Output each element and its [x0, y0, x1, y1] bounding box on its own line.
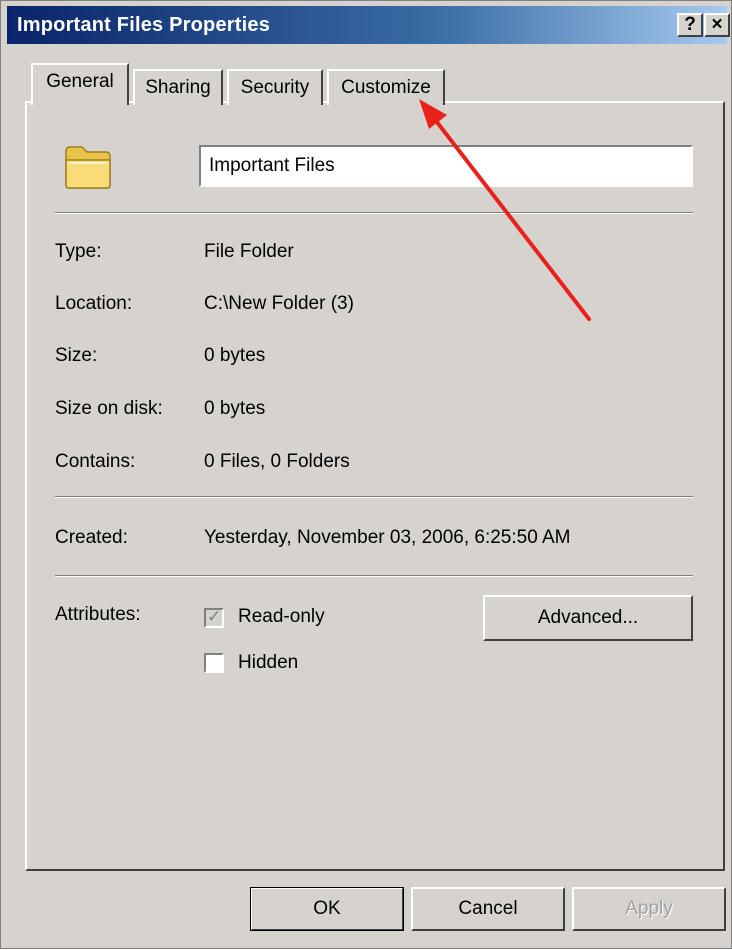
cancel-button[interactable]: Cancel — [411, 887, 565, 931]
read-only-label[interactable]: Read-only — [238, 606, 325, 628]
advanced-button[interactable]: Advanced... — [483, 595, 693, 641]
size-on-disk-value: 0 bytes — [204, 398, 266, 419]
separator — [55, 496, 693, 498]
title-bar[interactable]: Important Files Properties ? × — [7, 6, 730, 44]
read-only-checkbox[interactable]: ✓ — [204, 607, 224, 628]
type-value: File Folder — [204, 241, 294, 262]
separator — [55, 212, 693, 214]
properties-dialog: Important Files Properties ? × General S… — [0, 0, 732, 949]
location-value: C:\New Folder (3) — [204, 293, 354, 314]
tab-customize[interactable]: Customize — [327, 69, 445, 105]
close-button[interactable]: × — [704, 13, 730, 37]
hidden-checkbox[interactable] — [204, 653, 224, 673]
folder-name-field[interactable] — [199, 145, 693, 187]
tab-general[interactable]: General — [31, 63, 129, 105]
folder-icon — [65, 146, 111, 189]
apply-button[interactable]: Apply — [572, 887, 726, 931]
checkmark-icon: ✓ — [207, 607, 222, 626]
tab-security[interactable]: Security — [227, 69, 323, 105]
created-value: Yesterday, November 03, 2006, 6:25:50 AM — [204, 527, 571, 548]
created-label: Created: — [55, 527, 128, 548]
location-label: Location: — [55, 293, 133, 314]
window-title: Important Files Properties — [17, 14, 271, 36]
contains-value: 0 Files, 0 Folders — [204, 451, 350, 472]
help-button[interactable]: ? — [677, 13, 703, 37]
contains-label: Contains: — [55, 451, 136, 472]
size-on-disk-label: Size on disk: — [55, 398, 163, 419]
tab-panel-general — [25, 101, 725, 871]
ok-button[interactable]: OK — [250, 887, 404, 931]
hidden-label[interactable]: Hidden — [238, 652, 298, 674]
separator — [55, 575, 693, 577]
size-label: Size: — [55, 345, 98, 366]
size-value: 0 bytes — [204, 345, 266, 366]
tab-sharing[interactable]: Sharing — [133, 69, 223, 105]
attributes-label: Attributes: — [55, 604, 141, 625]
type-label: Type: — [55, 241, 102, 262]
